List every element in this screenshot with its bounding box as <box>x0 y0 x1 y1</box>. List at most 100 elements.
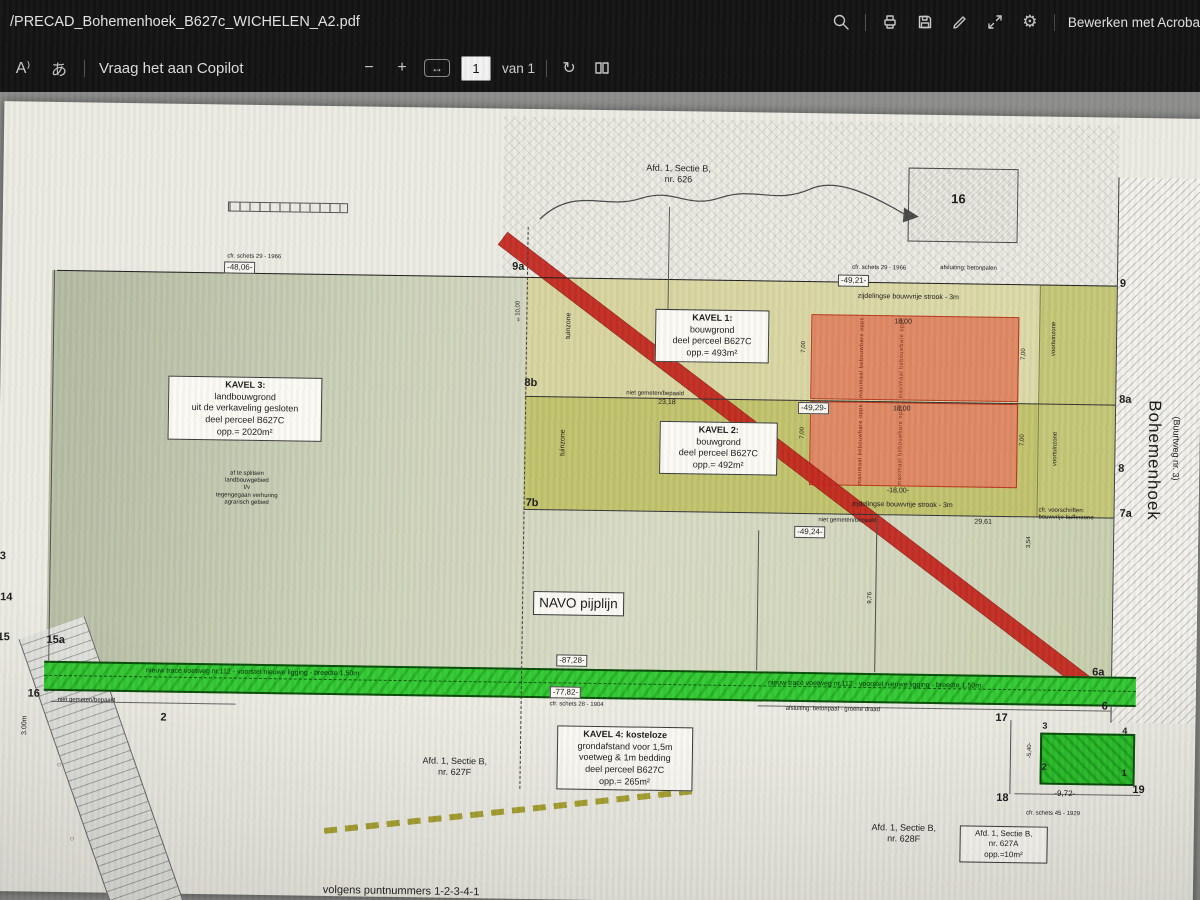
fence-note-green: afsluiting: betonpaal - groene draad <box>786 706 881 715</box>
settings-button[interactable]: ⚙ <box>1019 10 1041 34</box>
ask-copilot-button[interactable]: Vraag het aan Copilot <box>99 60 244 77</box>
fullscreen-icon <box>986 13 1004 31</box>
draw-button[interactable] <box>949 10 971 34</box>
meas-7-00-c: 7,00 <box>800 427 807 439</box>
search-button[interactable] <box>830 10 852 34</box>
meas-18-00-a: 18,00 <box>894 318 912 327</box>
toolbar-row-controls: A⁾ あ Vraag het aan Copilot − + ↔ van 1 ↻ <box>0 44 1200 92</box>
document-title: /PRECAD_Bohemenhoek_B627c_WICHELEN_A2.pd… <box>10 14 360 30</box>
schets29-note-b: cfr. schets 29 - 1966 <box>852 265 906 273</box>
pdf-toolbar: /PRECAD_Bohemenhoek_B627c_WICHELEN_A2.pd… <box>0 0 1200 92</box>
meas-49-29: -49,29- <box>798 402 830 414</box>
voortuinzone-label-2: voortuinzone <box>1052 432 1060 466</box>
meas-9-76: 9,76 <box>867 592 874 604</box>
point-8a: 8a <box>1119 394 1131 407</box>
translate-icon: あ <box>51 56 67 80</box>
pen-icon <box>951 13 969 31</box>
rotate-button[interactable]: ↻ <box>558 56 580 80</box>
afd-627f-line1: Afd. 1, Sectie B, <box>409 755 501 767</box>
corner-1: 1 <box>1122 768 1127 779</box>
side-strip-note-2: zijdelingse bouwvrije strook - 3m <box>852 501 953 511</box>
scale-bar <box>228 201 348 213</box>
fence-note-top: afsluiting: betonpalen <box>940 265 997 273</box>
afd-628f-line1: Afd. 1, Sectie B, <box>858 822 950 834</box>
voorschriften-note: cfr. voorschriften: bouwvrije bufferzone <box>1038 508 1093 523</box>
toolbar-separator <box>84 60 85 77</box>
point-14: 14 <box>0 591 12 604</box>
voortuinzone-label-1: voortuinzone <box>1051 322 1059 356</box>
point-8b: 8b <box>524 377 537 390</box>
not-measured-d: niet gemeten/bepaald <box>58 697 116 705</box>
print-button[interactable] <box>879 10 901 34</box>
meas-18-00-c: -18,00- <box>887 487 909 496</box>
kavel2-label-box: KAVEL 2: bouwgrond deel perceel B627C op… <box>659 421 778 475</box>
gear-icon: ⚙ <box>1022 12 1037 32</box>
parcel-17-18-line <box>1009 720 1011 794</box>
fit-width-button[interactable]: ↔ <box>424 59 450 77</box>
point-6a: 6a <box>1092 666 1104 679</box>
afd-626-line1: Afd. 1, Sectie B, <box>632 162 726 174</box>
buildable-text-2a: maximaal bebouwbare oppervlakte 128m² <box>857 405 865 485</box>
kavel3-note-line5: agrarisch gebied <box>197 499 297 508</box>
corner-3: 3 <box>1042 721 1047 732</box>
pdf-viewport[interactable]: Afd. 1, Sectie B, nr. 626 1 6 KAVEL 3: la… <box>0 92 1200 900</box>
kavel2-line3: deel perceel B627C <box>665 447 771 460</box>
tuinzone-label-2: tuinzone <box>559 429 568 456</box>
schets29-note-a: cfr. schets 29 - 1966 <box>227 253 281 261</box>
road-sub-label: (Buurtweg nr. 3) <box>1170 416 1182 480</box>
bottom-note: volgens puntnummers 1-2-3-4-1 <box>323 884 480 900</box>
stream-arrow-icon <box>903 207 919 222</box>
corner-4: 4 <box>1122 726 1127 737</box>
page-layout-button[interactable] <box>591 56 613 80</box>
toolbar-separator <box>1054 14 1055 31</box>
meas-3-54: 3,54 <box>1026 536 1033 548</box>
translate-button[interactable]: あ <box>48 56 70 80</box>
pdf-page-plan: Afd. 1, Sectie B, nr. 626 1 6 KAVEL 3: la… <box>0 101 1200 900</box>
zoom-out-button[interactable]: − <box>358 56 380 80</box>
meas-49-24: -49,24- <box>794 526 826 538</box>
meas-7-00-b: 7,00 <box>1021 348 1028 360</box>
point-6: 6 <box>1102 700 1108 713</box>
kavel3-label-box: KAVEL 3: landbouwgrond uit de verkavelin… <box>168 376 323 443</box>
point-19: 19 <box>1132 784 1144 797</box>
copilot-group: A⁾ あ Vraag het aan Copilot <box>12 56 244 80</box>
buildable-zone-kavel1 <box>810 314 1019 402</box>
fullscreen-button[interactable] <box>984 10 1006 34</box>
afd-627a-box: Afd. 1, Sectie B, nr. 627A opp.=10m² <box>959 825 1048 863</box>
meas-49-21: -49,21- <box>838 275 870 287</box>
not-measured-a: niet gemeten/bepaald <box>626 390 684 398</box>
kavel1-line3: deel perceel B627C <box>661 335 763 348</box>
kavel3-line5: opp.= 2020m² <box>174 425 316 439</box>
meas-7-00-d: 7,00 <box>1020 434 1027 446</box>
point-15: 15 <box>0 631 10 644</box>
edit-with-acrobat-button[interactable]: Bewerken met Acroba <box>1068 15 1200 30</box>
afd-627a-line1: Afd. 1, Sectie B, <box>966 828 1042 840</box>
page-zoom-controls: − + ↔ van 1 ↻ <box>358 44 613 92</box>
page-count-label: van 1 <box>502 61 535 76</box>
kavel4-line3: voetweg & 1m bedding <box>563 752 687 766</box>
search-icon <box>832 13 850 31</box>
stream-squiggle <box>535 157 926 235</box>
printer-icon <box>881 13 899 31</box>
buildable-text-1a: maximaal bebouwbare oppervlakte 128m² <box>858 318 866 398</box>
side-strip-note-1: zijdelingse bouwvrije strook - 3m <box>858 293 959 303</box>
kavel3-note: af te splitsen landbouwgebied t/v tegeng… <box>197 470 298 507</box>
voortuinzone-column <box>1036 286 1116 518</box>
save-icon <box>916 13 934 31</box>
afd-628f-line2: nr. 628F <box>858 833 950 845</box>
afd-626-line2: nr. 626 <box>631 173 725 185</box>
read-aloud-button[interactable]: A⁾ <box>12 56 34 80</box>
save-button[interactable] <box>914 10 936 34</box>
zoom-in-button[interactable]: + <box>391 56 413 80</box>
buildable-zone-kavel2 <box>809 401 1018 488</box>
read-aloud-icon: A⁾ <box>16 58 31 78</box>
page-number-input[interactable] <box>461 56 491 81</box>
dashed-olive-line <box>324 788 698 834</box>
toolbar-row-title: /PRECAD_Bohemenhoek_B627c_WICHELEN_A2.pd… <box>0 0 1200 44</box>
afd-627f-label: Afd. 1, Sectie B, nr. 627F <box>409 755 501 778</box>
afd-628f-label: Afd. 1, Sectie B, nr. 628F <box>858 822 950 845</box>
afd-627a-line3: opp.=10m² <box>965 849 1041 861</box>
point-7a: 7a <box>1119 508 1131 521</box>
schets28-note: cfr. schets 28 - 1904 <box>550 701 604 709</box>
afd-627f-line2: nr. 627F <box>409 766 501 778</box>
